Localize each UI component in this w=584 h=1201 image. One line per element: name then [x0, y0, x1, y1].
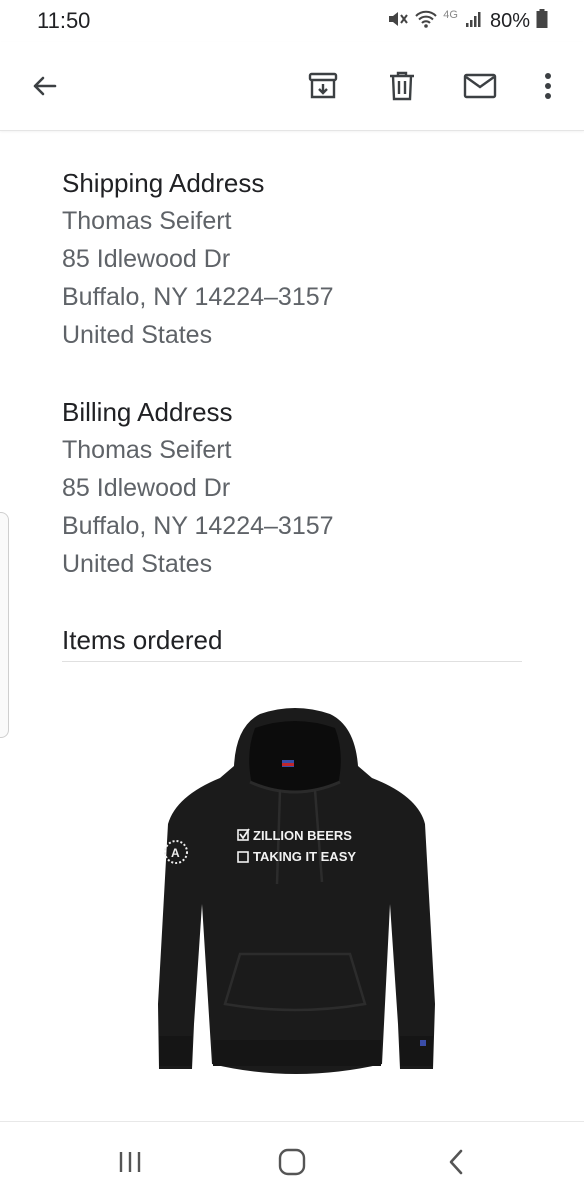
billing-address-title: Billing Address — [62, 397, 233, 427]
app-bar — [0, 42, 584, 131]
home-icon[interactable] — [270, 1142, 314, 1182]
items-divider — [62, 661, 522, 662]
hoodie-print-line-2: TAKING IT EASY — [253, 849, 356, 864]
shipping-address-title: Shipping Address — [62, 168, 265, 198]
billing-city: Buffalo, NY 14224–3157 — [62, 512, 334, 540]
system-nav-bar — [0, 1121, 584, 1201]
items-ordered-title: Items ordered — [62, 625, 223, 655]
hoodie-print-line-1: ZILLION BEERS — [253, 828, 352, 843]
shipping-name: Thomas Seifert — [62, 207, 232, 235]
billing-name: Thomas Seifert — [62, 436, 232, 464]
status-bar: 11:50 4G 80% — [0, 0, 584, 42]
product-image-hoodie[interactable]: A ZILLION BEERS TAKING IT EASY — [150, 704, 440, 1084]
shipping-city: Buffalo, NY 14224–3157 — [62, 283, 334, 311]
battery-icon — [536, 8, 548, 34]
svg-text:A: A — [171, 846, 180, 860]
shipping-street: 85 Idlewood Dr — [62, 245, 231, 273]
status-icons: 4G 80% — [387, 8, 548, 34]
battery-percent: 80% — [489, 9, 530, 32]
back-icon[interactable] — [434, 1142, 478, 1182]
shipping-country: United States — [62, 321, 213, 349]
archive-icon[interactable] — [301, 64, 345, 108]
network-type: 4G — [443, 9, 458, 21]
more-vert-icon[interactable] — [526, 64, 570, 108]
signal-icon — [464, 9, 484, 34]
mail-icon[interactable] — [458, 64, 502, 108]
mute-icon — [387, 9, 409, 34]
billing-street: 85 Idlewood Dr — [62, 474, 231, 502]
trash-icon[interactable] — [380, 64, 424, 108]
email-body: Shipping Address Thomas Seifert 85 Idlew… — [0, 131, 584, 1121]
back-arrow-icon[interactable] — [22, 64, 66, 108]
billing-address-section: Billing Address Thomas Seifert 85 Idlewo… — [62, 393, 334, 583]
status-time: 11:50 — [37, 8, 91, 33]
wifi-icon — [415, 9, 437, 34]
billing-country: United States — [62, 550, 213, 578]
recents-icon[interactable] — [108, 1142, 152, 1182]
shipping-address-section: Shipping Address Thomas Seifert 85 Idlew… — [62, 164, 334, 354]
